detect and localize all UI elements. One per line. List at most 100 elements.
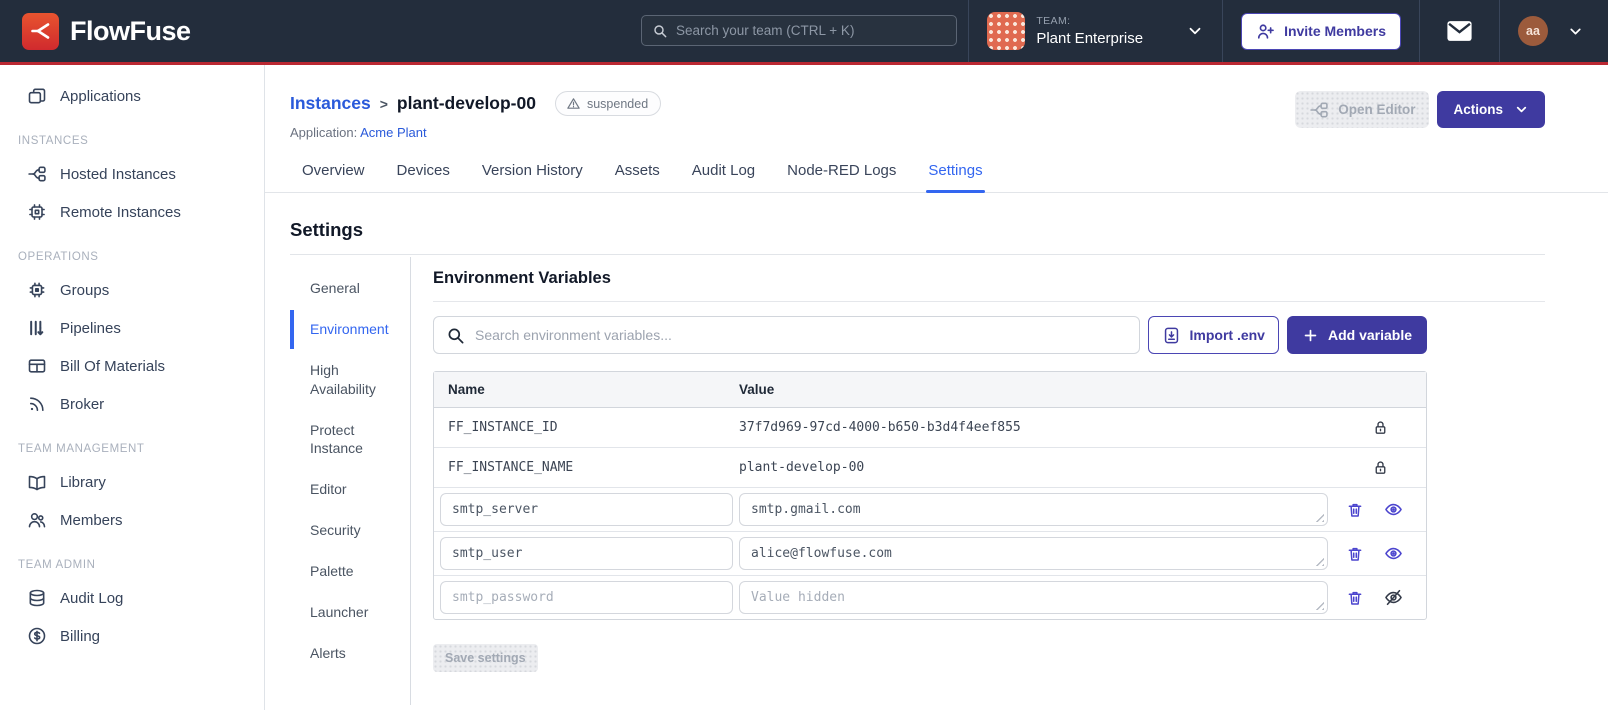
sidebar-item-hosted-instances[interactable]: Hosted Instances <box>0 155 264 193</box>
application-label: Application: <box>290 125 358 140</box>
settings-nav-environment[interactable]: Environment <box>290 309 410 349</box>
fork-node-icon <box>27 164 47 184</box>
column-header-name: Name <box>448 382 485 397</box>
settings-divider <box>290 254 1545 255</box>
env-var-value-input[interactable] <box>739 537 1328 570</box>
show-value-button[interactable] <box>1384 544 1403 563</box>
trash-icon <box>1346 501 1364 519</box>
settings-nav-high-availability[interactable]: High Availability <box>290 351 410 409</box>
sidebar-item-library[interactable]: Library <box>0 463 264 501</box>
open-editor-button[interactable]: Open Editor <box>1295 91 1430 128</box>
sidebar-item-bill-of-materials[interactable]: Bill Of Materials <box>0 347 264 385</box>
settings-nav-palette[interactable]: Palette <box>290 552 410 591</box>
lock-icon <box>1372 419 1389 436</box>
team-name: Plant Enterprise <box>1036 30 1144 47</box>
actions-button[interactable]: Actions <box>1437 91 1545 128</box>
table-row: FF_INSTANCE_NAME plant-develop-00 <box>434 448 1426 488</box>
lock-icon <box>1372 459 1389 476</box>
settings-nav-alerts[interactable]: Alerts <box>290 634 410 673</box>
team-avatar <box>987 12 1026 50</box>
sidebar-item-label: Billing <box>60 627 101 645</box>
hide-value-button[interactable] <box>1384 588 1403 607</box>
sidebar-item-pipelines[interactable]: Pipelines <box>0 309 264 347</box>
database-icon <box>27 588 47 608</box>
add-variable-button[interactable]: Add variable <box>1286 316 1427 354</box>
table-header-row: Name Value <box>434 372 1426 408</box>
env-var-name-input[interactable] <box>440 537 733 570</box>
brand-name: FlowFuse <box>70 15 191 46</box>
chevron-down-icon <box>1514 102 1529 117</box>
brand[interactable]: FlowFuse <box>0 12 191 50</box>
show-value-button[interactable] <box>1384 500 1403 519</box>
save-settings-button[interactable]: Save settings <box>433 644 538 672</box>
settings-nav-launcher[interactable]: Launcher <box>290 593 410 632</box>
sidebar-item-applications[interactable]: Applications <box>0 77 264 115</box>
user-menu[interactable]: aa <box>1500 0 1608 62</box>
application-line: Application: Acme Plant <box>290 125 661 140</box>
header-right: TEAM: Plant Enterprise Invite Members aa <box>968 0 1608 62</box>
tab-audit-log[interactable]: Audit Log <box>690 162 757 192</box>
environment-panel: Environment Variables Search environment… <box>411 257 1545 705</box>
team-selector[interactable]: TEAM: Plant Enterprise <box>969 0 1222 62</box>
column-header-value: Value <box>739 382 775 397</box>
env-var-value-input[interactable] <box>739 581 1328 614</box>
environment-title: Environment Variables <box>433 269 1545 302</box>
tab-node-red-logs[interactable]: Node-RED Logs <box>785 162 898 192</box>
dollar-circle-icon <box>27 626 47 646</box>
sidebar-item-audit-log[interactable]: Audit Log <box>0 579 264 617</box>
env-var-name-input[interactable] <box>440 493 733 526</box>
breadcrumb-instances-link[interactable]: Instances <box>290 93 371 114</box>
search-icon <box>446 326 465 345</box>
open-editor-label: Open Editor <box>1338 102 1416 117</box>
sidebar-item-remote-instances[interactable]: Remote Instances <box>0 193 264 231</box>
env-search-input[interactable] <box>475 327 1127 343</box>
import-env-button[interactable]: Import .env <box>1147 316 1279 354</box>
sidebar-item-label: Remote Instances <box>60 203 181 221</box>
delete-variable-button[interactable] <box>1346 545 1364 563</box>
invite-members-label: Invite Members <box>1284 23 1386 39</box>
settings-nav-protect-instance[interactable]: Protect Instance <box>290 411 410 469</box>
tab-assets[interactable]: Assets <box>613 162 662 192</box>
sidebar-item-label: Members <box>60 511 123 529</box>
settings-nav-general[interactable]: General <box>290 269 410 308</box>
settings-nav: General Environment High Availability Pr… <box>290 257 411 705</box>
tab-overview[interactable]: Overview <box>300 162 367 192</box>
trash-icon <box>1346 589 1364 607</box>
trash-icon <box>1346 545 1364 563</box>
warning-icon <box>566 96 581 111</box>
tab-version-history[interactable]: Version History <box>480 162 585 192</box>
user-avatar: aa <box>1518 16 1548 46</box>
people-icon <box>27 510 47 530</box>
instance-tabs: Overview Devices Version History Assets … <box>265 162 1608 193</box>
eye-icon <box>1384 500 1403 519</box>
team-search-input[interactable] <box>676 23 946 38</box>
instance-name: plant-develop-00 <box>396 93 536 113</box>
sidebar-item-billing[interactable]: Billing <box>0 617 264 655</box>
applications-icon <box>27 86 47 106</box>
delete-variable-button[interactable] <box>1346 589 1364 607</box>
breadcrumb: Instances > plant-develop-00 suspended <box>290 91 662 116</box>
status-badge-label: suspended <box>586 96 649 111</box>
sidebar-item-groups[interactable]: Groups <box>0 271 264 309</box>
application-link[interactable]: Acme Plant <box>360 125 426 140</box>
team-search[interactable] <box>641 15 957 46</box>
sidebar-item-members[interactable]: Members <box>0 501 264 539</box>
settings-nav-editor[interactable]: Editor <box>290 470 410 509</box>
env-var-value-input[interactable] <box>739 493 1328 526</box>
sidebar-item-broker[interactable]: Broker <box>0 385 264 423</box>
invite-members-button[interactable]: Invite Members <box>1241 12 1401 50</box>
env-var-name-input[interactable] <box>440 581 733 614</box>
tab-settings[interactable]: Settings <box>926 162 985 193</box>
sidebar-item-label: Bill Of Materials <box>60 357 166 375</box>
env-search[interactable] <box>433 316 1140 354</box>
notifications-button[interactable] <box>1420 0 1499 62</box>
settings-nav-security[interactable]: Security <box>290 511 410 550</box>
person-plus-icon <box>1256 22 1275 41</box>
invite-members-wrap: Invite Members <box>1223 0 1419 62</box>
sidebar-section-operations: OPERATIONS <box>18 251 99 263</box>
fork-node-icon <box>1309 100 1329 120</box>
chevron-down-icon <box>1567 23 1584 40</box>
tab-devices[interactable]: Devices <box>395 162 452 192</box>
plus-icon <box>1302 327 1319 344</box>
delete-variable-button[interactable] <box>1346 501 1364 519</box>
